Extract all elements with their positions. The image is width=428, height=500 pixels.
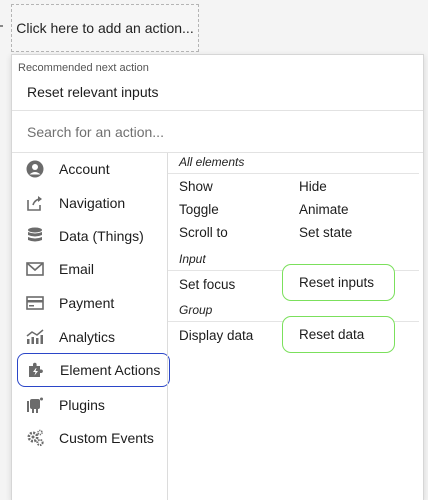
section-title-input: Input [179,252,206,266]
action-scroll-to[interactable]: Scroll to [179,225,228,240]
recommended-label: Recommended next action [18,62,149,74]
category-data-things[interactable]: Data (Things) [17,220,170,251]
puzzle-icon [26,360,46,380]
add-action-trigger[interactable]: Click here to add an action... [11,4,199,52]
analytics-icon [25,327,45,347]
category-label: Element Actions [60,362,161,378]
database-icon [25,226,45,246]
category-label: Custom Events [59,429,154,446]
category-account[interactable]: Account [17,153,170,184]
action-show[interactable]: Show [179,179,213,194]
category-payment[interactable]: Payment [17,287,170,318]
category-label: Analytics [59,328,116,345]
category-navigation[interactable]: Navigation [17,187,170,218]
email-icon [25,259,45,279]
recommended-action[interactable]: Reset relevant inputs [27,84,159,100]
left-edge-mark [0,25,3,27]
category-element-actions[interactable]: Element Actions [17,353,170,387]
category-label: Payment [59,294,115,311]
section-title-all-elements: All elements [179,155,245,169]
category-label: Data (Things) [59,227,144,244]
category-custom-events[interactable]: Custom Events [17,422,170,453]
payment-icon [25,293,45,313]
search-input[interactable] [27,121,407,143]
action-reset-data[interactable]: Reset data [282,316,395,353]
action-display-data[interactable]: Display data [179,328,253,343]
category-label: Navigation [59,194,126,211]
action-animate[interactable]: Animate [299,202,349,217]
action-set-state[interactable]: Set state [299,225,352,240]
category-list: Account Navigation Data (Things) Email P… [12,153,170,500]
divider [12,110,423,111]
section-title-group: Group [179,303,213,317]
account-icon [25,159,45,179]
action-reset-inputs[interactable]: Reset inputs [282,264,395,301]
category-analytics[interactable]: Analytics [17,321,170,352]
category-email[interactable]: Email [17,253,170,284]
section-divider [168,173,419,174]
category-label: Email [59,260,95,277]
category-label: Account [59,160,110,177]
plugin-icon [25,395,45,415]
action-hide[interactable]: Hide [299,179,327,194]
action-set-focus[interactable]: Set focus [179,277,235,292]
action-toggle[interactable]: Toggle [179,202,219,217]
actions-area: All elements Show Hide Toggle Animate Sc… [168,153,423,500]
category-plugins[interactable]: Plugins [17,389,170,420]
category-label: Plugins [59,396,105,413]
gears-icon [25,428,45,448]
navigation-icon [25,193,45,213]
action-picker-panel: Recommended next action Reset relevant i… [11,54,424,500]
